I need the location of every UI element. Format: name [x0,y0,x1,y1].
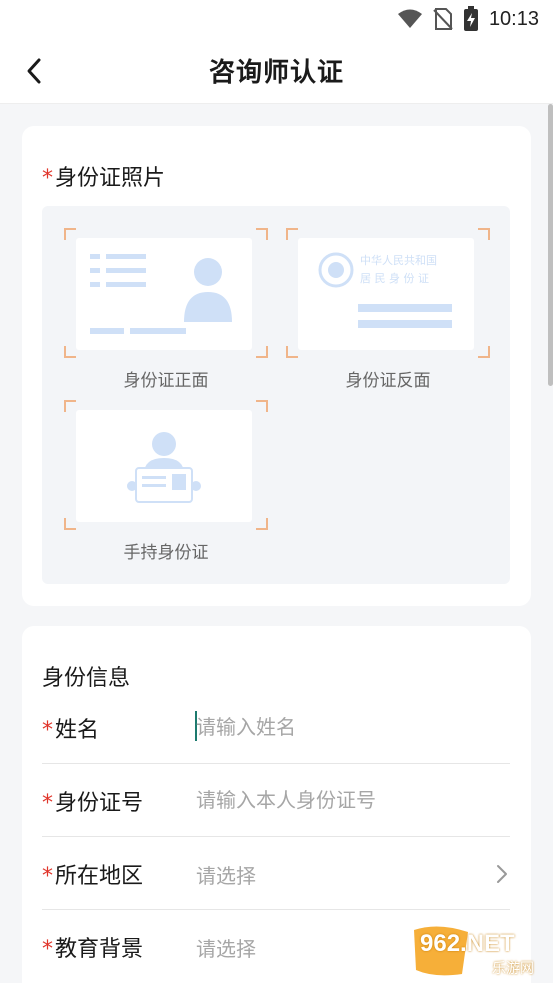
education-label-text: 教育背景 [55,937,144,962]
no-sim-icon [433,8,453,30]
corner-mark [478,346,490,358]
hand-held-id-icon [76,410,252,522]
id-number-label-text: 身份证号 [55,791,144,816]
name-label: *姓名 [42,712,99,744]
upload-id-front[interactable] [64,228,268,358]
id-back-label: 身份证反面 [345,371,431,391]
upload-id-back[interactable]: 中华人民共和国 居 民 身 份 证 [286,228,490,358]
id-photos-card: *身份证照片 身份证正面 中华人民共和国 居 民 身 份 证 身份证反面 手持身… [22,126,531,606]
corner-mark [64,518,76,530]
id-number-label: *身份证号 [42,785,143,817]
wifi-icon [397,9,422,28]
region-label: *所在地区 [42,858,143,890]
id-photos-title: *身份证照片 [42,160,165,192]
id-card-front-icon [76,238,252,350]
chevron-right-icon [497,865,507,883]
watermark-sub-text: 乐游网 [492,961,534,977]
id-number-field-row: *身份证号 [42,765,510,837]
corner-mark [64,346,76,358]
region-select[interactable]: 请选择 [196,860,256,889]
emblem-text-1: 中华人民共和国 [360,254,437,267]
status-icons: 10:13 [397,6,539,32]
watermark-main-text: 962.NET [420,930,515,957]
required-mark: * [42,166,53,191]
name-input[interactable] [196,710,476,744]
name-label-text: 姓名 [55,718,100,743]
id-number-input[interactable] [196,783,476,817]
upload-hand-held-id[interactable] [64,400,268,530]
identity-info-title: 身份信息 [42,666,131,691]
status-time: 10:13 [488,7,539,30]
education-select[interactable]: 请选择 [196,933,256,962]
corner-mark [478,228,490,240]
education-label: *教育背景 [42,931,143,963]
corner-mark [256,228,268,240]
page-title: 咨询师认证 [208,58,344,88]
battery-charging-icon [463,6,478,31]
id-card-back-icon: 中华人民共和国 居 民 身 份 证 [298,238,474,350]
required-mark: * [42,864,53,889]
hand-held-id-label: 手持身份证 [123,543,209,563]
photo-upload-panel: 身份证正面 中华人民共和国 居 民 身 份 证 身份证反面 手持身份证 [42,206,510,584]
id-photos-title-text: 身份证照片 [55,166,166,191]
status-bar: 10:13 [0,0,553,38]
region-label-text: 所在地区 [55,864,144,889]
scrollbar[interactable] [548,104,553,386]
corner-mark [64,228,76,240]
corner-mark [256,346,268,358]
corner-mark [256,518,268,530]
corner-mark [256,400,268,412]
nav-bar: 咨询师认证 [0,38,553,104]
corner-mark [286,346,298,358]
watermark-logo: 962.NET 乐游网 [410,922,550,980]
id-front-label: 身份证正面 [123,371,209,391]
required-mark: * [42,718,53,743]
required-mark: * [42,937,53,962]
corner-mark [286,228,298,240]
region-field-row[interactable]: *所在地区 请选择 [42,838,510,910]
corner-mark [64,400,76,412]
name-field-row: *姓名 [42,692,510,764]
required-mark: * [42,791,53,816]
emblem-text-2: 居 民 身 份 证 [360,272,429,285]
